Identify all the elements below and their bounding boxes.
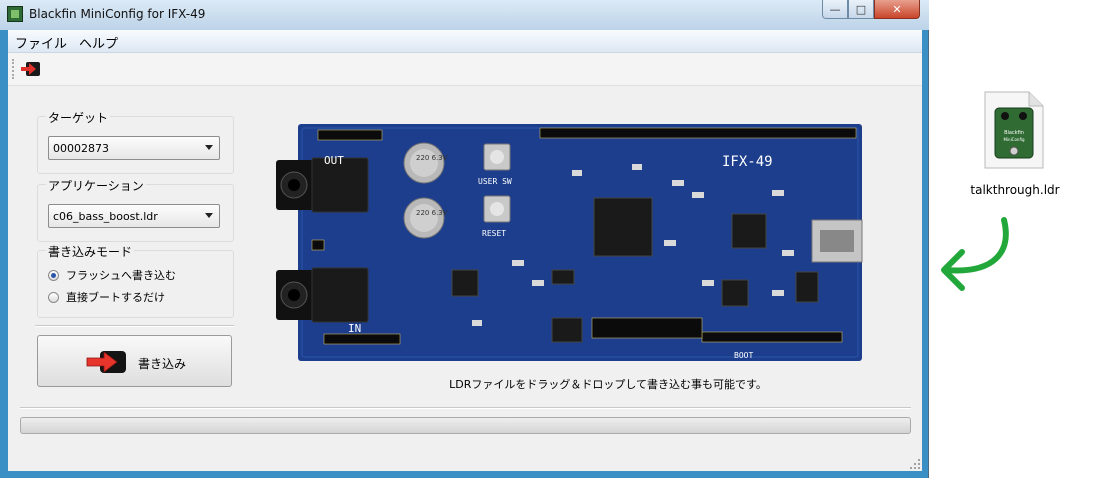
divider <box>20 407 911 409</box>
ifx49-board-image: 220 6.3V 220 6.3V IFX-49 OUT IN USER SW … <box>276 124 863 361</box>
ldr-file-icon[interactable]: Blackfin MiniConfig <box>983 90 1045 170</box>
svg-text:Blackfin: Blackfin <box>1004 130 1024 136</box>
application-window: Blackfin MiniConfig for IFX-49 — □ ✕ ファイ… <box>0 0 929 478</box>
client-area: ファイル ヘルプ ターゲット 00002873 アプリケーション c06_bas… <box>8 30 922 471</box>
radio-direct-boot[interactable]: 直接ブートするだけ <box>48 288 165 306</box>
menu-help[interactable]: ヘルプ <box>79 33 118 52</box>
board-user-sw-label: USER SW <box>478 177 512 186</box>
toolbar <box>8 53 922 86</box>
title-bar[interactable]: Blackfin MiniConfig for IFX-49 — □ ✕ <box>0 0 929 30</box>
close-button[interactable]: ✕ <box>874 0 920 19</box>
toolbar-grip[interactable] <box>12 59 16 79</box>
svg-text:220 6.3V: 220 6.3V <box>416 209 448 217</box>
target-select[interactable]: 00002873 <box>48 136 220 160</box>
radio-button[interactable] <box>48 291 59 303</box>
svg-text:220 6.3V: 220 6.3V <box>416 154 448 162</box>
radio-button[interactable] <box>48 269 59 281</box>
menu-file[interactable]: ファイル <box>15 33 67 52</box>
menu-bar: ファイル ヘルプ <box>8 30 922 53</box>
write-mode-group: 書き込みモード フラッシュへ書き込む 直接ブートするだけ <box>37 243 234 318</box>
app-icon[interactable] <box>7 6 23 22</box>
board-name-label: IFX-49 <box>722 154 773 170</box>
board-boot-label: BOOT <box>734 351 753 360</box>
divider <box>35 325 234 327</box>
chevron-down-icon <box>205 213 213 218</box>
radio-flash-write[interactable]: フラッシュへ書き込む <box>48 266 176 284</box>
file-name-label: talkthrough.ldr <box>970 183 1060 197</box>
minimize-button[interactable]: — <box>822 0 848 19</box>
board-reset-label: RESET <box>482 229 506 238</box>
write-button-label: 書き込み <box>138 357 187 371</box>
radio-direct-boot-label: 直接ブートするだけ <box>66 291 165 304</box>
progress-bar <box>20 417 911 434</box>
application-group: アプリケーション c06_bass_boost.ldr <box>37 177 234 242</box>
application-group-label: アプリケーション <box>46 177 146 194</box>
red-arrow-icon[interactable] <box>20 61 42 77</box>
red-arrow-icon <box>86 351 126 373</box>
caption-buttons: — □ ✕ <box>822 0 920 20</box>
green-arrow-icon <box>941 217 1009 291</box>
target-group: ターゲット 00002873 <box>37 109 234 174</box>
maximize-button[interactable]: □ <box>848 0 874 19</box>
window-title: Blackfin MiniConfig for IFX-49 <box>29 7 206 21</box>
target-select-value: 00002873 <box>53 142 109 155</box>
svg-text:MiniConfig: MiniConfig <box>1003 137 1025 142</box>
chevron-down-icon <box>205 145 213 150</box>
board-out-label: OUT <box>324 154 344 167</box>
write-button[interactable]: 書き込み <box>37 335 232 387</box>
write-mode-group-label: 書き込みモード <box>46 243 135 260</box>
radio-flash-write-label: フラッシュへ書き込む <box>66 269 176 282</box>
target-group-label: ターゲット <box>46 109 111 126</box>
application-select-value: c06_bass_boost.ldr <box>53 210 158 223</box>
drag-drop-hint: LDRファイルをドラッグ＆ドロップして書き込む事も可能です。 <box>449 378 767 391</box>
resize-grip-icon[interactable] <box>910 459 920 469</box>
application-select[interactable]: c06_bass_boost.ldr <box>48 204 220 228</box>
board-in-label: IN <box>348 322 361 335</box>
